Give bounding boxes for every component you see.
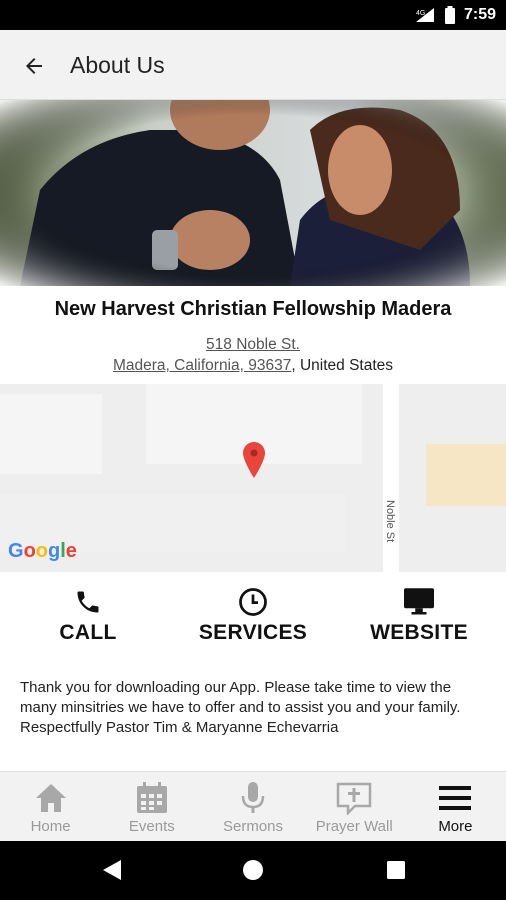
- recents-square-icon[interactable]: [387, 861, 405, 879]
- map-block: [0, 394, 102, 474]
- action-row: CALL SERVICES WEBSITE: [0, 585, 506, 655]
- battery-icon: [444, 6, 455, 24]
- svg-text:4G: 4G: [416, 10, 425, 17]
- status-time: 7:59: [463, 6, 496, 23]
- call-button[interactable]: CALL: [13, 585, 163, 655]
- status-icons: 4G 7:59: [414, 0, 496, 30]
- nav-label-home: Home: [30, 818, 71, 835]
- house-icon: [35, 784, 66, 812]
- status-bar: 4G 7:59: [0, 0, 506, 30]
- nav-label-more: More: [438, 818, 473, 835]
- call-label: CALL: [59, 621, 117, 644]
- nav-label-sermons: Sermons: [222, 818, 284, 835]
- page-title: About Us: [70, 52, 165, 78]
- church-name: New Harvest Christian Fellowship Madera: [54, 298, 452, 320]
- back-button[interactable]: [18, 50, 50, 82]
- about-description: Thank you for downloading our App. Pleas…: [20, 679, 461, 736]
- map-view[interactable]: Noble St Google: [0, 384, 506, 572]
- phone-icon: [77, 591, 99, 613]
- nav-label-events: Events: [128, 818, 175, 835]
- website-button[interactable]: WEBSITE: [344, 585, 494, 655]
- app-bar: About Us: [0, 30, 506, 100]
- address: 518 Noble St. Madera, California, 93637,…: [0, 334, 506, 376]
- system-nav-bar: [0, 841, 506, 900]
- hero-photo: [0, 100, 506, 286]
- services-button[interactable]: SERVICES: [178, 585, 328, 655]
- nav-label-prayer-wall: Prayer Wall: [315, 818, 393, 835]
- hamburger-menu-icon: [439, 786, 472, 810]
- nav-item-more[interactable]: More: [405, 772, 506, 842]
- map-building: [426, 444, 506, 506]
- nav-item-prayer-wall[interactable]: Prayer Wall: [304, 772, 405, 842]
- arrow-left-icon: [26, 58, 42, 74]
- nav-item-events[interactable]: Events: [101, 772, 202, 842]
- street-label: Noble St: [384, 500, 396, 542]
- website-label: WEBSITE: [370, 621, 468, 644]
- cross-speech-bubble-icon: [336, 782, 372, 815]
- back-triangle-icon[interactable]: [101, 858, 123, 882]
- microphone-icon: [241, 782, 265, 813]
- map-pin-icon[interactable]: [243, 442, 265, 478]
- address-country: , United States: [291, 357, 394, 374]
- signal-icon: 4G: [415, 8, 434, 22]
- address-line2-link[interactable]: Madera, California, 93637: [113, 357, 291, 374]
- bottom-nav: Home Events Sermons Prayer Wall More: [0, 771, 506, 841]
- services-label: SERVICES: [198, 621, 308, 644]
- svg-text:Noble St: Noble St: [384, 500, 396, 542]
- google-logo: Google: [8, 540, 77, 562]
- nav-item-home[interactable]: Home: [0, 772, 101, 842]
- monitor-icon: [404, 588, 434, 615]
- nav-item-sermons[interactable]: Sermons: [202, 772, 303, 842]
- home-circle-icon[interactable]: [242, 859, 264, 881]
- calendar-icon: [136, 782, 167, 813]
- address-line1-link[interactable]: 518 Noble St.: [206, 336, 300, 353]
- clock-icon: [239, 588, 267, 616]
